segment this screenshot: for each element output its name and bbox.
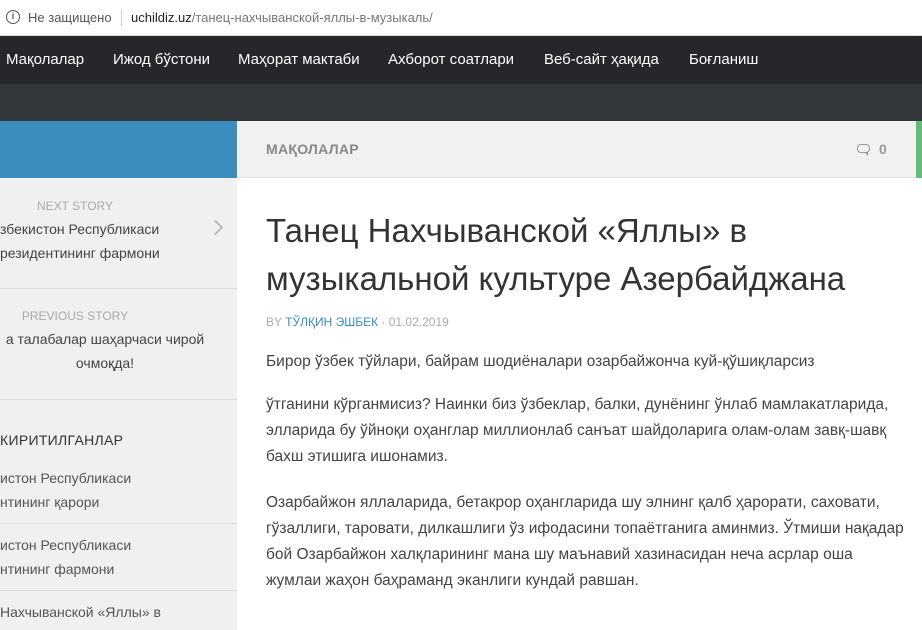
address-bar[interactable]: i Не защищено uchildiz.uz/танец-нахчыван… (0, 0, 922, 36)
nav-item-skill-school[interactable]: Маҳорат мактаби (238, 51, 360, 68)
security-status[interactable]: Не защищено (28, 10, 112, 25)
divider (0, 399, 237, 400)
nav-item-contact[interactable]: Боғланиш (689, 51, 758, 68)
recent-item-2-line2[interactable]: нтининг фармони (0, 557, 114, 581)
url-text[interactable]: uchildiz.uz/танец-нахчыванской-яллы-в-му… (131, 10, 433, 25)
nav-item-creative-garden[interactable]: Ижод бўстони (113, 51, 210, 68)
article-paragraph: ўтганини кўрганмисиз? Наинки биз ўзбекла… (266, 396, 889, 465)
accent-strip (916, 121, 922, 178)
info-icon[interactable]: i (6, 10, 20, 24)
next-story-title-line1[interactable]: збекистон Республикаси (0, 217, 159, 241)
category-link[interactable]: МАҚОЛАЛАР (266, 141, 359, 157)
chevron-right-icon[interactable] (207, 219, 224, 236)
divider (0, 523, 237, 524)
post-date: · 01.02.2019 (381, 315, 449, 329)
main-content: МАҚОЛАЛАР 0 Танец Нахчыванской «Яллы» в … (237, 121, 922, 630)
recent-widget-title: КИРИТИЛГАНЛАР (0, 432, 124, 448)
url-path: /танец-нахчыванской-яллы-в-музыкаль/ (191, 10, 433, 25)
byline: BY ТЎЛҚИН ЭШБЕК · 01.02.2019 (266, 315, 449, 329)
recent-item-3-line1[interactable]: Нахчыванской «Яллы» в (0, 600, 161, 624)
article-title: Танец Нахчыванской «Яллы» в музыкальной … (266, 212, 846, 297)
main-nav: Мақолалар Ижод бўстони Маҳорат мактаби А… (0, 36, 922, 84)
nav-item-news-hours[interactable]: Ахборот соатлари (388, 51, 514, 68)
comment-icon[interactable] (857, 144, 870, 156)
sidebar: NEXT STORY збекистон Республикаси резиде… (0, 121, 237, 630)
sub-header-bar (0, 84, 922, 121)
divider (0, 288, 237, 289)
previous-story-label: PREVIOUS STORY (21, 309, 129, 323)
article-paragraph: Озарбайжон яллаларида, бетакрор оҳанглар… (266, 494, 904, 589)
comment-count[interactable]: 0 (879, 141, 887, 157)
divider (0, 590, 237, 591)
author-link[interactable]: ТЎЛҚИН ЭШБЕК (285, 315, 378, 329)
previous-story-title-line1[interactable]: а талабалар шаҳарчаси чирой (0, 327, 210, 351)
address-separator (121, 9, 122, 26)
byline-by: BY (266, 315, 282, 329)
next-story-label: NEXT STORY (36, 199, 114, 213)
nav-item-articles[interactable]: Мақолалар (6, 51, 84, 68)
category-bar: МАҚОЛАЛАР 0 (237, 121, 922, 178)
sidebar-header (0, 121, 237, 178)
url-domain: uchildiz.uz (131, 10, 192, 25)
recent-item-2-line1[interactable]: истон Республикаси (0, 533, 131, 557)
previous-story-title-line2[interactable]: очмоқда! (0, 351, 210, 375)
recent-item-1-line1[interactable]: истон Республикаси (0, 466, 131, 490)
nav-item-about-site[interactable]: Веб-сайт ҳақида (544, 51, 659, 68)
recent-item-1-line2[interactable]: нтининг қарори (0, 490, 99, 514)
article-paragraph: Бирор ўзбек тўйлари, байрам шодиёналари … (266, 353, 815, 370)
next-story-title-line2[interactable]: резидентининг фармони (0, 241, 160, 265)
